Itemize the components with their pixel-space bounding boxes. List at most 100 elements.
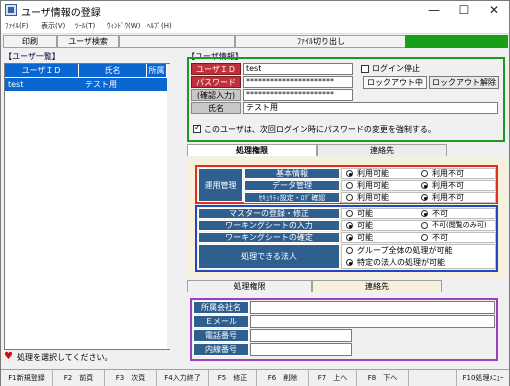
perm-corp-opt2[interactable] (346, 259, 353, 266)
perm-label-ws-confirm: ワーキングシートの確定 (198, 232, 340, 243)
user-list-caption: 【ユーザ一覧】 (4, 52, 60, 61)
menu-tools[interactable]: ﾂｰﾙ(T) (75, 21, 95, 31)
login-stop-label: ログイン停止 (372, 64, 420, 73)
menu-view[interactable]: 表示(V) (41, 21, 65, 31)
title-bar: ユーザ情報の登録 — ☐ ✕ (1, 1, 509, 20)
label-user-id: ユーザＩＤ (191, 63, 241, 75)
perm-basic-opt1[interactable] (346, 170, 353, 177)
f4-end-input-button[interactable]: F4入力終了 (157, 370, 209, 386)
perm-corp-opt2-label: 特定の法人の処理が可能 (357, 258, 445, 267)
perm-security-opt1-label: 利用可能 (357, 193, 389, 202)
confirm-field[interactable]: ********************** (243, 89, 353, 101)
perm-ws-input-opt2-label: 不可(閲覧のみ可) (432, 221, 487, 229)
status-message: 処理を選択してください。 (17, 353, 113, 362)
perm-ws-input-opt1[interactable] (346, 222, 353, 229)
col-header-dept[interactable]: 所属 (147, 64, 167, 77)
tab-contact[interactable]: 連絡先 (317, 144, 447, 156)
maximize-button[interactable]: ☐ (449, 1, 479, 20)
perm-label-ws-input: ワーキングシートの入力 (198, 220, 340, 231)
perm-master-opt2[interactable] (421, 210, 428, 217)
blank-toolbar-button[interactable] (119, 35, 235, 48)
company-field[interactable] (250, 301, 495, 314)
menu-window[interactable]: ｳｨﾝﾄﾞｳ(W) (107, 21, 140, 31)
contact-label-phone: 電話番号 (193, 329, 249, 342)
row-name: テスト用 (85, 80, 117, 89)
f8-down-button[interactable]: F8 下へ (357, 370, 409, 386)
perm-label-security: ｾｷｭﾘﾃｨ設定・ﾛｸﾞ確認 (244, 192, 340, 203)
perm-master-opt1[interactable] (346, 210, 353, 217)
lockout-status: ロックアウト中 (363, 76, 427, 89)
contact-label-email: Ｅメール (193, 315, 249, 328)
perm-security-opt1[interactable] (346, 194, 353, 201)
perm-data-opt2-label: 利用不可 (432, 181, 464, 190)
login-stop-checkbox[interactable] (361, 65, 369, 73)
force-pw-label: このユーザは、次回ログイン時にパスワードの変更を強制する。 (204, 125, 436, 134)
file-switch-button[interactable]: ﾌｧｲﾙ切り出し (235, 35, 407, 48)
user-list[interactable]: ユーザＩＤ 氏名 所属 test テスト用 (4, 63, 170, 350)
print-button[interactable]: 印刷 (3, 35, 57, 48)
group-label-operation: 運用管理 (198, 168, 243, 202)
close-button[interactable]: ✕ (479, 1, 509, 20)
tab2-permissions[interactable]: 処理権限 (187, 280, 312, 292)
perm-ws-input-opt2[interactable] (421, 222, 428, 229)
f2-prev-button[interactable]: F2 前頁 (53, 370, 105, 386)
window-title: ユーザ情報の登録 (21, 8, 101, 19)
lockout-release-button[interactable]: ロックアウト解除 (429, 76, 499, 89)
tab-permissions[interactable]: 処理権限 (187, 144, 317, 156)
label-name: 氏名 (191, 102, 241, 114)
menu-help[interactable]: ﾍﾙﾌﾟ(H) (147, 21, 172, 31)
app-icon (5, 4, 17, 16)
perm-ws-input-opt1-label: 可能 (357, 221, 373, 230)
email-field[interactable] (250, 315, 495, 328)
password-field[interactable]: ********************** (243, 76, 353, 88)
perm-corp-opt1[interactable] (346, 247, 353, 254)
phone-field[interactable] (250, 329, 352, 342)
menu-bar: ﾌｧｲﾙ(F) 表示(V) ﾂｰﾙ(T) ｳｨﾝﾄﾞｳ(W) ﾍﾙﾌﾟ(H) (1, 20, 509, 34)
user-search-button[interactable]: ユーザ検索 (57, 35, 119, 48)
perm-basic-opt2-label: 利用不可 (432, 169, 464, 178)
f5-edit-button[interactable]: F5 修正 (209, 370, 257, 386)
user-id-field[interactable]: test (243, 63, 353, 75)
perm-label-basic: 基本情報 (244, 168, 340, 179)
minimize-button[interactable]: — (419, 1, 449, 20)
name-field[interactable]: テスト用 (243, 102, 498, 114)
list-scrollbar[interactable] (167, 64, 170, 349)
tab2-contact[interactable]: 連絡先 (312, 280, 442, 292)
perm-ws-confirm-opt2[interactable] (421, 234, 428, 241)
perm-corp-opt1-label: グループ全体の処理が可能 (357, 246, 453, 255)
heart-icon: ♥ (4, 351, 13, 362)
label-confirm: (確認入力) (191, 89, 241, 101)
perm-basic-opt2[interactable] (421, 170, 428, 177)
label-password: パスワード (191, 76, 241, 88)
perm-label-corp: 処理できる法人 (198, 244, 340, 269)
f9-empty-button[interactable] (409, 370, 457, 386)
perm-data-opt1[interactable] (346, 182, 353, 189)
perm-label-data: データ管理 (244, 180, 340, 191)
app-window: ユーザ情報の登録 — ☐ ✕ ﾌｧｲﾙ(F) 表示(V) ﾂｰﾙ(T) ｳｨﾝﾄ… (0, 0, 510, 386)
contact-label-company: 所属会社名 (193, 301, 249, 314)
f7-up-button[interactable]: F7 上へ (309, 370, 357, 386)
function-key-bar: F1新規登録 F2 前頁 F3 次頁 F4入力終了 F5 修正 F6 削除 F7… (1, 369, 509, 386)
perm-master-opt2-label: 不可 (432, 209, 448, 218)
menu-file[interactable]: ﾌｧｲﾙ(F) (5, 21, 29, 31)
perm-ws-confirm-opt1-label: 可能 (357, 233, 373, 242)
perm-ws-confirm-opt2-label: 不可 (432, 233, 448, 242)
row-userid: test (8, 80, 24, 89)
f1-new-button[interactable]: F1新規登録 (1, 370, 53, 386)
force-pw-checkbox[interactable] (193, 123, 201, 133)
perm-security-opt2[interactable] (421, 194, 428, 201)
status-bar: ♥ 処理を選択してください。 (4, 351, 509, 364)
perm-basic-opt1-label: 利用可能 (357, 169, 389, 178)
f10-menu-button[interactable]: F10処理ﾒﾆｭｰ (457, 370, 509, 386)
perm-label-master: マスターの登録・修正 (198, 208, 340, 219)
perm-data-opt1-label: 利用可能 (357, 181, 389, 190)
perm-master-opt1-label: 可能 (357, 209, 373, 218)
col-header-name[interactable]: 氏名 (79, 64, 147, 77)
perm-security-opt2-label: 利用不可 (432, 193, 464, 202)
col-header-userid[interactable]: ユーザＩＤ (5, 64, 79, 77)
f3-next-button[interactable]: F3 次頁 (105, 370, 157, 386)
f6-delete-button[interactable]: F6 削除 (257, 370, 309, 386)
status-indicator (405, 35, 508, 48)
perm-data-opt2[interactable] (421, 182, 428, 189)
perm-ws-confirm-opt1[interactable] (346, 234, 353, 241)
